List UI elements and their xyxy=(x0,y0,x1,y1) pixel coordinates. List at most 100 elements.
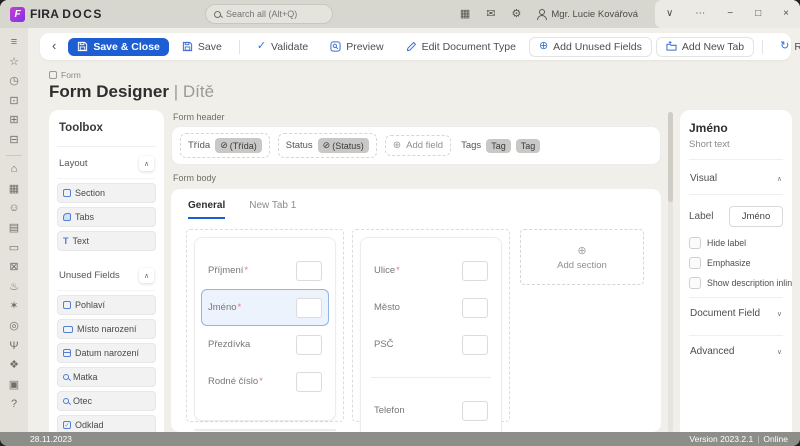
form-column-2: Ulice* Město PSČ Telefon xyxy=(352,229,510,432)
calendar-icon[interactable]: ▦ xyxy=(460,8,470,20)
toolbox-item-matka[interactable]: Matka xyxy=(57,367,156,387)
organization-icon[interactable]: ▦ xyxy=(9,183,19,195)
field-prijmeni[interactable]: Příjmení* xyxy=(201,252,329,289)
save-and-close-button[interactable]: Save & Close xyxy=(68,37,169,56)
window-maximize-icon[interactable]: □ xyxy=(755,9,761,19)
field-psc[interactable]: PSČ xyxy=(367,326,495,363)
settings-gear-icon[interactable]: ⚙ xyxy=(512,8,522,20)
archive-icon[interactable]: ⊠ xyxy=(9,262,18,273)
id-card-icon[interactable]: ⊟ xyxy=(9,134,18,146)
apps-icon[interactable]: ▤ xyxy=(9,222,19,234)
field-mesto[interactable]: Město xyxy=(367,289,495,326)
check-icon: ✓ xyxy=(256,40,267,52)
trida-value-pill[interactable]: ⊘ (Třída) xyxy=(215,138,262,153)
expand-chevron-icon[interactable]: ∨ xyxy=(777,348,782,356)
events-icon[interactable]: ♨ xyxy=(9,281,19,293)
document-field-section-header[interactable]: Document Field ∨ xyxy=(689,297,783,329)
canvas-scrollbar[interactable] xyxy=(668,112,673,432)
field-input-box[interactable] xyxy=(296,334,322,355)
back-button[interactable]: ‹ xyxy=(48,38,64,55)
toolbox-item-odklad[interactable]: Odklad xyxy=(57,415,156,432)
window-more-icon[interactable]: ⋯ xyxy=(695,9,705,19)
field-ulice[interactable]: Ulice* xyxy=(367,252,495,289)
chat-icon[interactable]: ☺ xyxy=(8,203,19,214)
protection-icon[interactable]: ❖ xyxy=(9,360,19,371)
user-menu[interactable]: Mgr. Lucie Kovářová xyxy=(537,8,638,20)
visual-section-header[interactable]: Visual ∧ xyxy=(689,169,783,195)
help-icon[interactable]: ? xyxy=(11,399,17,410)
tag-pill[interactable]: Tag xyxy=(515,138,541,153)
toolbox-item-section[interactable]: Section xyxy=(57,183,156,203)
toolbox-item-text[interactable]: T Text xyxy=(57,231,156,251)
field-telefon[interactable]: Telefon xyxy=(367,392,495,429)
toolbox-item-misto-narozeni[interactable]: Místo narození xyxy=(57,319,156,339)
mail-icon[interactable]: ✉ xyxy=(486,8,495,20)
favorites-icon[interactable]: ☆ xyxy=(9,56,19,68)
collapse-chevron-icon[interactable]: ∧ xyxy=(777,175,782,183)
add-section-button[interactable]: ⊕ Add section xyxy=(520,229,644,285)
field-input-box[interactable] xyxy=(462,297,488,318)
window-dropdown-icon[interactable]: ∨ xyxy=(666,9,673,19)
field-jmeno-selected[interactable]: Jméno* xyxy=(201,289,329,326)
text-icon: T xyxy=(63,235,69,246)
packages-icon[interactable]: ▣ xyxy=(9,379,19,391)
field-input-box[interactable] xyxy=(462,334,488,355)
add-new-tab-button[interactable]: Add New Tab xyxy=(655,36,755,57)
window-close-icon[interactable]: × xyxy=(783,9,789,19)
emphasize-checkbox-row[interactable]: Emphasize xyxy=(689,257,783,269)
header-field-trida[interactable]: Třída ⊘ (Třída) xyxy=(180,133,270,158)
checkbox[interactable] xyxy=(689,237,701,249)
field-rodne-cislo[interactable]: Rodné číslo* xyxy=(201,363,329,400)
field-input-box[interactable] xyxy=(462,260,488,281)
advanced-section-header[interactable]: Advanced ∨ xyxy=(689,335,783,367)
expand-chevron-icon[interactable]: ∨ xyxy=(777,310,782,318)
global-search[interactable] xyxy=(205,4,333,24)
toolbox-item-otec[interactable]: Otec xyxy=(57,391,156,411)
tab-new-tab-1[interactable]: New Tab 1 xyxy=(249,200,296,219)
field-input-box[interactable] xyxy=(296,371,322,392)
toolbox-section-layout[interactable]: Layout ∧ xyxy=(57,147,156,179)
add-field-button[interactable]: ⊕ Add field xyxy=(384,135,452,156)
collapse-chevron-icon[interactable]: ∧ xyxy=(139,156,154,171)
toolbox-item-datum-narozeni[interactable]: Datum narození xyxy=(57,343,156,363)
add-new-tab-label: Add New Tab xyxy=(681,40,745,53)
checkbox[interactable] xyxy=(689,277,701,289)
tag-pill[interactable]: Tag xyxy=(486,138,511,153)
achievements-icon[interactable]: ✶ xyxy=(9,301,18,312)
checkbox[interactable] xyxy=(689,257,701,269)
refresh-button[interactable]: ↻ Refresh xyxy=(771,38,800,56)
header-field-status[interactable]: Status ⊘ (Status) xyxy=(277,133,377,158)
logo-text-bold: FIRA xyxy=(30,7,60,21)
search-input[interactable] xyxy=(226,9,324,19)
people-icon[interactable]: ◎ xyxy=(9,320,19,332)
save-button[interactable]: Save xyxy=(173,38,231,56)
field-input-box[interactable] xyxy=(462,400,488,421)
menu-icon[interactable]: ≡ xyxy=(11,37,17,48)
collapse-chevron-icon[interactable]: ∧ xyxy=(139,268,154,283)
field-input-box[interactable] xyxy=(296,297,322,318)
preview-button[interactable]: Preview xyxy=(321,38,392,56)
status-value-pill[interactable]: ⊘ (Status) xyxy=(317,138,369,153)
gallery-icon[interactable]: ⊞ xyxy=(9,115,18,126)
label-property-input[interactable] xyxy=(729,206,783,227)
toolbox-section-unused-fields[interactable]: Unused Fields ∧ xyxy=(57,259,156,291)
hide-label-checkbox-row[interactable]: Hide label xyxy=(689,237,783,249)
field-prezdivka[interactable]: Přezdívka xyxy=(201,326,329,363)
media-icon[interactable]: ▭ xyxy=(9,242,19,254)
toolbox-item-tabs[interactable]: Tabs xyxy=(57,207,156,227)
add-unused-fields-button[interactable]: ⊕ Add Unused Fields xyxy=(528,36,652,57)
show-description-inline-checkbox-row[interactable]: Show description inline xyxy=(689,277,792,289)
window-minimize-icon[interactable]: − xyxy=(727,9,733,19)
toolbox-item-pohlavi[interactable]: Pohlaví xyxy=(57,295,156,315)
form-tabs: General New Tab 1 xyxy=(171,189,661,219)
tab-general[interactable]: General xyxy=(188,200,226,219)
field-input-box[interactable] xyxy=(296,260,322,281)
breadcrumb-label[interactable]: Form xyxy=(61,70,81,80)
meals-icon[interactable]: Ψ xyxy=(9,340,18,352)
scrollbar-thumb[interactable] xyxy=(668,112,673,202)
home-icon[interactable]: ⌂ xyxy=(11,164,18,175)
history-icon[interactable]: ◷ xyxy=(9,76,19,87)
external-window-icon[interactable]: ⊡ xyxy=(9,95,18,107)
edit-document-type-button[interactable]: Edit Document Type xyxy=(397,38,525,56)
validate-button[interactable]: ✓ Validate xyxy=(248,38,317,56)
